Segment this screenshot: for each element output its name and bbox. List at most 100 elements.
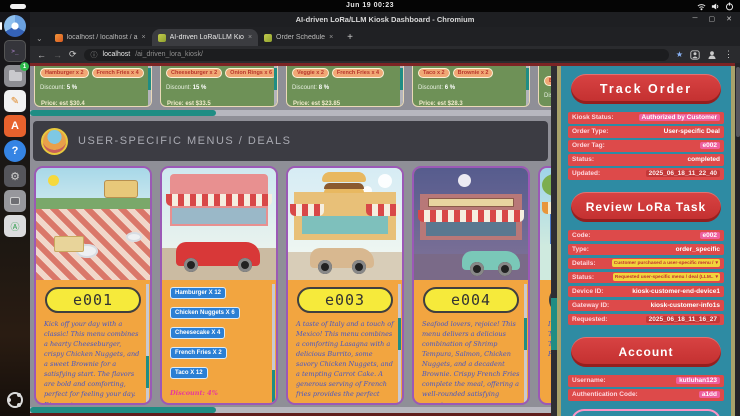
menu-description: Kick off your day with a classic! This m…	[44, 319, 142, 405]
menu-card-e001[interactable]: e001 Kick off your day with a classic! T…	[34, 166, 152, 405]
card-illustration-picnic	[36, 168, 150, 280]
dock-orange-a-app-icon[interactable]: A	[4, 115, 26, 137]
menu-card-scrolled[interactable]: Hamburger X 12 Chicken Nuggets X 6 Chees…	[160, 166, 278, 405]
maximize-button[interactable]: ▢	[709, 15, 716, 23]
tab-localhost[interactable]: localhost / localhost / a ×	[49, 29, 152, 46]
discount-label: Discount:	[544, 93, 551, 99]
gear-icon: ⚙	[10, 170, 20, 183]
profile-avatar-icon[interactable]	[707, 50, 717, 60]
card-illustration-night-diner	[414, 168, 528, 280]
card-scrollbar-thumb[interactable]	[272, 370, 275, 402]
info-row: Gateway ID: kiosk-customer-info1s	[568, 300, 724, 312]
dock-settings-icon[interactable]: ⚙	[4, 165, 26, 187]
menu-card-e004[interactable]: e004 Seafood lovers, rejoice! This menu …	[412, 166, 530, 405]
tab-order-schedule[interactable]: Order Schedule ×	[258, 29, 339, 46]
info-row: Username: kutluhan123	[568, 375, 724, 387]
order-deals-strip[interactable]: Hamburger x 2 French Fries x 4 Discount:…	[30, 66, 551, 107]
details-dropdown[interactable]: Customer purchased a user-specific menu …	[612, 259, 720, 267]
deal-scrollbar[interactable]	[148, 66, 151, 107]
menu-card-e003[interactable]: e003 A taste of Italy and a touch of Mex…	[286, 166, 404, 405]
tab-close-icon[interactable]: ×	[329, 34, 333, 41]
system-clock[interactable]: Jun 19 00:23	[0, 2, 740, 9]
extension-icon[interactable]	[690, 50, 700, 60]
window-titlebar: AI-driven LoRa/LLM Kiosk Dashboard - Chr…	[30, 12, 740, 27]
deal-scrollbar[interactable]	[526, 66, 529, 107]
review-lora-task-button[interactable]: Review LoRa Task	[571, 192, 721, 222]
partially-visible-button[interactable]	[571, 409, 721, 416]
info-row: Type: order_specific	[568, 244, 724, 256]
deal-card[interactable]: Veggie x 2 French Fries x 4 Discount: 8 …	[286, 66, 404, 107]
tab-close-icon[interactable]: ×	[142, 34, 146, 41]
deals-horizontal-scrollbar[interactable]	[30, 110, 551, 116]
kiosk-favicon	[264, 34, 272, 42]
site-info-icon[interactable]: ⓘ	[91, 50, 98, 60]
dock-text-editor-icon[interactable]: ✎	[4, 90, 26, 112]
menu-card-partial[interactable]: Indulge in a combo with a This menu Chee…	[538, 166, 551, 405]
dock-chromium-icon[interactable]	[4, 15, 26, 37]
kiosk-favicon	[158, 34, 166, 42]
dock-files-icon[interactable]: 1	[4, 65, 26, 87]
info-row: Requested: 2025_06_18_11_16_27	[568, 314, 724, 326]
tab-search-chevron-icon[interactable]: ⌄	[36, 34, 43, 43]
forward-button[interactable]: →	[53, 50, 62, 60]
track-order-button[interactable]: Track Order	[571, 74, 721, 104]
tab-kiosk-dashboard[interactable]: AI-driven LoRa/LLM Kio ×	[152, 29, 258, 46]
deal-scrollbar[interactable]	[274, 66, 277, 107]
deal-card[interactable]: Taco x 2 Brownie x 2 Discount: 6 % Price…	[412, 66, 530, 107]
minimize-button[interactable]: ─	[693, 15, 698, 23]
files-badge: 1	[20, 62, 29, 71]
dock-help-icon[interactable]: ?	[4, 140, 26, 162]
volume-icon	[711, 2, 720, 11]
tab-close-icon[interactable]: ×	[248, 34, 252, 41]
deal-card[interactable]: Burrito x 2 Discount:	[538, 66, 551, 107]
status-dropdown[interactable]: Requested user-specific menu / deal (LLM…	[613, 273, 720, 281]
info-row: Status: Requested user-specific menu / d…	[568, 272, 724, 284]
dock-show-apps-ubuntu-icon[interactable]	[7, 392, 23, 408]
reload-button[interactable]: ⟳	[69, 49, 77, 60]
back-button[interactable]: ←	[37, 50, 46, 60]
card-illustration-burger-building	[288, 168, 402, 280]
discount-label: Discount:	[418, 85, 443, 91]
deal-scrollbar[interactable]	[400, 66, 403, 107]
browser-menu-icon[interactable]: ⋮	[724, 49, 733, 60]
tab-strip: ⌄ localhost / localhost / a × AI-driven …	[30, 27, 740, 46]
section-title: USER-SPECIFIC MENUS / DEALS	[78, 135, 291, 147]
dock-screenshot-icon[interactable]	[4, 190, 26, 212]
question-glyph: ?	[12, 145, 19, 157]
close-button[interactable]: ✕	[726, 15, 732, 23]
deal-price: Price: est $28.3	[419, 101, 463, 107]
menu-code-pill: e003	[297, 287, 393, 313]
system-tray[interactable]	[697, 2, 734, 11]
address-bar[interactable]: ⓘ localhost/ai_driven_lora_kiosk/	[84, 49, 669, 61]
menu-discount: Discount: 4%	[170, 389, 268, 397]
info-row: Code: e002	[568, 230, 724, 242]
deal-item-pill: Brownie x 2	[453, 68, 494, 78]
card-scrollbar-thumb[interactable]	[524, 318, 527, 350]
info-row: Updated: 2025_06_18_11_22_40	[568, 168, 724, 180]
dock-software-center-icon[interactable]: Ⓐ	[4, 215, 26, 237]
page-vertical-scrollbar[interactable]	[735, 63, 740, 416]
card-illustration-red-car-diner	[162, 168, 276, 280]
bookmark-star-icon[interactable]: ★	[676, 50, 683, 59]
chevron-down-icon: ▾	[715, 260, 718, 266]
dock-terminal-icon[interactable]: >_	[4, 40, 26, 62]
deal-item-pill: Veggie x 2	[292, 68, 329, 78]
scrollbar-thumb[interactable]	[30, 110, 216, 116]
card-scrollbar-thumb[interactable]	[398, 318, 401, 350]
page-content: Hamburger x 2 French Fries x 4 Discount:…	[30, 63, 740, 416]
discount-value: 15 %	[193, 85, 207, 91]
card-scrollbar-thumb[interactable]	[146, 356, 149, 388]
deal-card[interactable]: Hamburger x 2 French Fries x 4 Discount:…	[34, 66, 152, 107]
account-button[interactable]: Account	[571, 337, 721, 367]
discount-value: 5 %	[67, 85, 77, 91]
info-row: Order Tag: e002	[568, 140, 724, 152]
menu-cards-row[interactable]: e001 Kick off your day with a classic! T…	[30, 166, 551, 406]
timestamp-value: 2025_06_18_11_22_40	[646, 170, 720, 177]
camera-glyph	[10, 197, 20, 205]
store-glyph: Ⓐ	[10, 220, 19, 233]
deal-item-pill: Cheeseburger x 2	[166, 68, 222, 78]
new-tab-button[interactable]: +	[347, 32, 353, 43]
scrollbar-thumb[interactable]	[736, 67, 740, 137]
deal-card[interactable]: Cheeseburger x 2 Onion Rings x 6 Discoun…	[160, 66, 278, 107]
username-badge: kutluhan123	[676, 377, 720, 384]
